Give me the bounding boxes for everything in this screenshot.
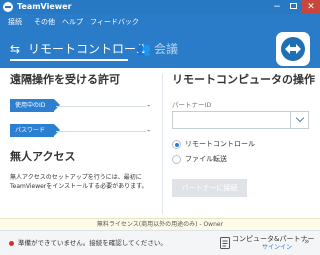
partner-id-label: パートナーID xyxy=(172,101,212,109)
menu-feedback[interactable]: フィードバック xyxy=(90,17,139,27)
active-tab-underline xyxy=(10,59,128,61)
title-bar: TeamViewer − ✕ xyxy=(0,0,320,14)
partner-id-dropdown[interactable] xyxy=(290,111,309,129)
tab-meeting-label: 会議 xyxy=(154,42,179,56)
maximize-button[interactable] xyxy=(286,0,300,14)
license-info: 無料ライセンス(商用以外の用途のみ) - Owner xyxy=(0,218,320,230)
connect-button[interactable]: パートナーに接続 xyxy=(172,179,247,197)
radio-remote-control[interactable] xyxy=(172,140,181,149)
window-title: TeamViewer xyxy=(17,2,72,11)
teamviewer-app-icon xyxy=(3,2,13,12)
maximize-icon xyxy=(289,3,297,9)
password-divider xyxy=(56,131,146,132)
unattended-access-title: 無人アクセス xyxy=(10,150,76,163)
expand-arrow-icon[interactable]: » xyxy=(304,237,310,247)
unattended-access-description: 無人アクセスのセットアップを行うには、最初にTeamViewerをインストールす… xyxy=(10,174,148,190)
partner-id-input[interactable] xyxy=(172,111,309,129)
close-button[interactable]: ✕ xyxy=(302,0,320,14)
status-bar: 準備ができていません。接続を確認してください。 コンピュータ&パートナー サイン… xyxy=(0,230,320,255)
password-value: - xyxy=(147,126,151,136)
computers-partners-icon[interactable] xyxy=(220,237,230,249)
status-text: 準備ができていません。接続を確認してください。 xyxy=(18,239,167,247)
main-nav: ⇆ リモートコントロール 👥 会議 xyxy=(0,30,320,68)
your-id-label: 使用中のID xyxy=(10,99,60,112)
menu-connect[interactable]: 接続 xyxy=(8,17,22,27)
arrows-icon: ⇆ xyxy=(10,42,21,56)
radio-remote-control-label[interactable]: リモートコントロール xyxy=(185,140,255,149)
sign-in-link[interactable]: サインイン xyxy=(262,244,292,252)
computers-partners-title[interactable]: コンピュータ&パートナー xyxy=(232,235,314,244)
radio-file-transfer[interactable] xyxy=(172,155,181,164)
teamviewer-logo xyxy=(276,32,310,66)
control-remote-title: リモートコンピュータの操作 xyxy=(172,73,315,86)
minimize-button[interactable]: − xyxy=(270,0,284,14)
allow-remote-title: 遠隔操作を受ける許可 xyxy=(10,73,120,86)
menu-extras[interactable]: その他 xyxy=(34,17,55,27)
tab-remote-control-label: リモートコントロール xyxy=(28,42,149,56)
password-label: パスワード xyxy=(10,124,60,137)
your-id-divider xyxy=(56,106,146,107)
menu-help[interactable]: ヘルプ xyxy=(62,17,83,27)
your-id-value: - xyxy=(147,101,151,111)
status-indicator-icon xyxy=(9,241,14,246)
panel-divider xyxy=(162,74,163,214)
radio-file-transfer-label[interactable]: ファイル転送 xyxy=(185,155,227,164)
main-content: 遠隔操作を受ける許可 使用中のID - パスワード - 無人アクセス 無人アクセ… xyxy=(0,68,320,218)
people-icon: 👥 xyxy=(136,42,151,56)
menu-bar: 接続 その他 ヘルプ フィードバック xyxy=(0,14,320,30)
teamviewer-logo-icon xyxy=(281,37,305,61)
